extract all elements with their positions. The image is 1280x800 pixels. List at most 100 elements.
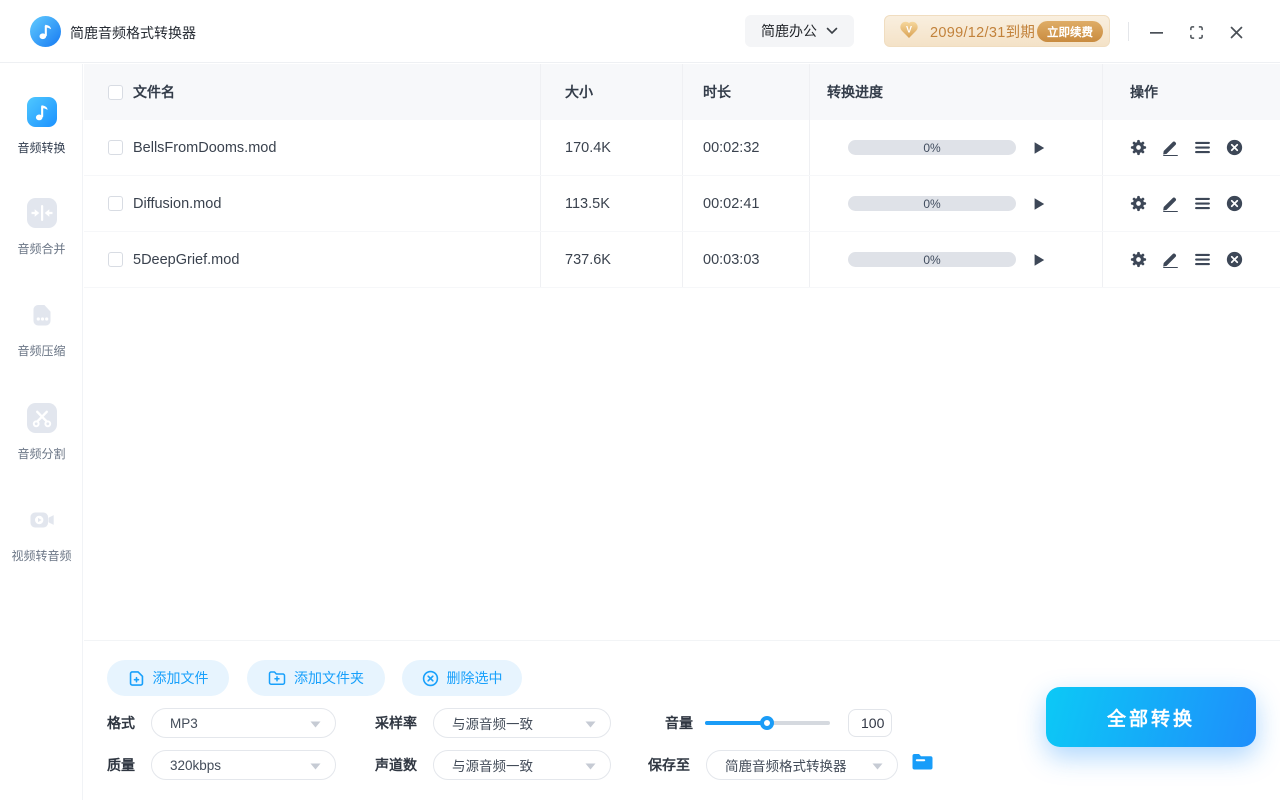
- details-button[interactable]: [1194, 251, 1211, 268]
- progress-bar: 0%: [848, 196, 1016, 211]
- open-folder-button[interactable]: [912, 753, 934, 771]
- channels-dropdown[interactable]: 与源音频一致: [433, 750, 611, 780]
- channels-label: 声道数: [375, 757, 417, 773]
- file-size: 113.5K: [565, 195, 610, 212]
- vip-badge-icon: V: [897, 19, 921, 43]
- sidebar-item-audio-merge[interactable]: 音频合并: [0, 198, 83, 257]
- volume-label: 音量: [665, 715, 693, 731]
- sidebar-item-audio-split[interactable]: 音频分割: [0, 403, 83, 462]
- edit-button[interactable]: [1162, 195, 1179, 212]
- file-duration: 00:03:03: [703, 251, 760, 268]
- row-checkbox[interactable]: [108, 196, 123, 211]
- file-size: 170.4K: [565, 139, 611, 156]
- dropdown-arrow-icon: [585, 721, 596, 728]
- progress-bar: 0%: [848, 252, 1016, 267]
- format-dropdown[interactable]: MP3: [151, 708, 336, 738]
- list-icon: [1195, 253, 1210, 266]
- sidebar-item-video-to-audio[interactable]: 视频转音频: [0, 505, 83, 564]
- play-button[interactable]: [1032, 196, 1048, 212]
- office-menu-button[interactable]: 简鹿办公: [745, 15, 854, 47]
- format-value: MP3: [170, 715, 198, 731]
- samplerate-dropdown[interactable]: 与源音频一致: [433, 708, 611, 738]
- details-button[interactable]: [1194, 139, 1211, 156]
- volume-input[interactable]: [848, 709, 892, 737]
- file-duration: 00:02:41: [703, 195, 760, 212]
- delete-selected-button[interactable]: 删除选中: [402, 660, 522, 696]
- play-icon: [1034, 253, 1045, 266]
- play-button[interactable]: [1032, 252, 1048, 268]
- add-file-label: 添加文件: [152, 670, 209, 686]
- play-icon: [1034, 141, 1045, 154]
- settings-button[interactable]: [1130, 139, 1147, 156]
- table-row: BellsFromDooms.mod 170.4K 00:02:32 0%: [84, 120, 1280, 176]
- edit-button[interactable]: [1162, 251, 1179, 268]
- add-file-button[interactable]: 添加文件: [107, 660, 229, 696]
- app-title: 简鹿音频格式转换器: [70, 25, 196, 41]
- remove-button[interactable]: [1226, 139, 1243, 156]
- remove-circle-icon: [1226, 195, 1243, 212]
- title-bar: 简鹿音频格式转换器 简鹿办公 V 2099/12/31到期 立即续费: [0, 0, 1280, 63]
- add-folder-button[interactable]: 添加文件夹: [247, 660, 385, 696]
- row-checkbox[interactable]: [108, 252, 123, 267]
- convert-all-label: 全部转换: [1106, 708, 1195, 730]
- file-name: BellsFromDooms.mod: [133, 139, 277, 156]
- main-panel: 文件名 大小 时长 转换进度 操作 BellsFromDooms.mod 170…: [84, 64, 1280, 800]
- convert-all-button[interactable]: 全部转换: [1046, 687, 1256, 747]
- compress-file-icon: [33, 305, 50, 326]
- column-header-size: 大小: [565, 84, 593, 100]
- office-menu-label: 简鹿办公: [761, 23, 817, 39]
- row-checkbox[interactable]: [108, 140, 123, 155]
- column-header-name: 文件名: [133, 84, 175, 100]
- license-expiry-text: 2099/12/31到期: [930, 24, 1036, 41]
- volume-slider[interactable]: [705, 716, 830, 730]
- saveto-label: 保存至: [648, 757, 690, 773]
- sidebar-item-label: 音频转换: [17, 141, 66, 155]
- sidebar-item-audio-compress[interactable]: 音频压缩: [0, 300, 83, 359]
- settings-button[interactable]: [1130, 195, 1147, 212]
- file-list: BellsFromDooms.mod 170.4K 00:02:32 0% Di…: [84, 120, 1280, 288]
- remove-button[interactable]: [1226, 195, 1243, 212]
- renew-button[interactable]: 立即续费: [1037, 21, 1103, 42]
- play-icon: [1034, 197, 1045, 210]
- sidebar-item-label: 视频转音频: [11, 549, 72, 563]
- remove-button[interactable]: [1226, 251, 1243, 268]
- list-icon: [1195, 141, 1210, 154]
- volume-slider-thumb[interactable]: [760, 716, 774, 730]
- sidebar-item-audio-convert[interactable]: 音频转换: [0, 97, 83, 156]
- quality-label: 质量: [107, 757, 135, 773]
- sidebar-item-label: 音频合并: [17, 242, 66, 256]
- settings-gear-icon: [1130, 195, 1147, 212]
- saveto-dropdown[interactable]: 简鹿音频格式转换器: [706, 750, 898, 780]
- play-button[interactable]: [1032, 140, 1048, 156]
- list-icon: [1195, 197, 1210, 210]
- app-logo-icon: [30, 16, 61, 47]
- table-header: 文件名 大小 时长 转换进度 操作: [84, 64, 1280, 120]
- settings-button[interactable]: [1130, 251, 1147, 268]
- scissors-icon: [26, 403, 57, 433]
- close-button[interactable]: [1223, 19, 1249, 45]
- add-file-icon: [129, 670, 143, 686]
- edit-button[interactable]: [1162, 139, 1179, 156]
- select-all-checkbox[interactable]: [108, 84, 123, 100]
- file-duration: 00:02:32: [703, 139, 760, 156]
- progress-percent: 0%: [923, 196, 941, 211]
- delete-circle-icon: [422, 670, 438, 686]
- maximize-button[interactable]: [1183, 19, 1209, 45]
- column-header-duration: 时长: [703, 84, 731, 100]
- license-banner: V 2099/12/31到期 立即续费: [884, 15, 1110, 47]
- music-note-icon: [26, 97, 57, 127]
- add-folder-label: 添加文件夹: [294, 670, 364, 686]
- merge-icon: [26, 198, 57, 228]
- table-row: 5DeepGrief.mod 737.6K 00:03:03 0%: [84, 232, 1280, 288]
- minimize-button[interactable]: [1143, 19, 1169, 45]
- settings-gear-icon: [1130, 139, 1147, 156]
- renew-button-label: 立即续费: [1047, 26, 1093, 39]
- column-header-actions: 操作: [1130, 84, 1158, 100]
- chevron-down-icon: [826, 27, 838, 35]
- add-folder-icon: [268, 671, 286, 685]
- svg-text:V: V: [906, 25, 912, 35]
- folder-icon: [912, 754, 933, 770]
- delete-selected-label: 删除选中: [446, 670, 503, 686]
- quality-dropdown[interactable]: 320kbps: [151, 750, 336, 780]
- details-button[interactable]: [1194, 195, 1211, 212]
